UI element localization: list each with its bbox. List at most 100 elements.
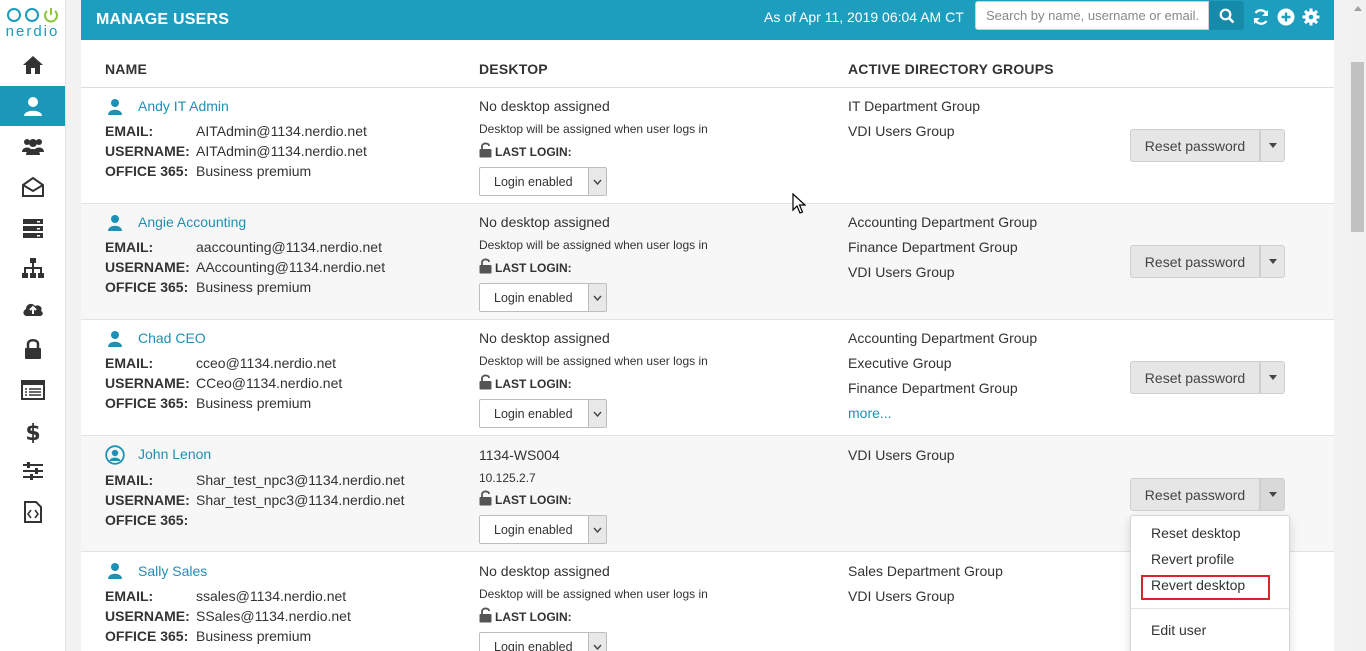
username-label: USERNAME: (105, 492, 190, 508)
desktop-note: Desktop will be assigned when user logs … (479, 122, 708, 136)
scroll-thumb[interactable] (1351, 62, 1364, 232)
reset-password-button[interactable]: Reset password (1130, 361, 1260, 394)
username-label: USERNAME: (105, 608, 190, 624)
ad-group: VDI Users Group (848, 588, 955, 604)
last-login-label: LAST LOGIN: (495, 377, 572, 391)
actions-dropdown-button[interactable] (1260, 129, 1285, 162)
office-value: Business premium (196, 163, 312, 179)
ad-group: Finance Department Group (848, 239, 1018, 255)
user-icon (108, 563, 122, 579)
desktop-note: Desktop will be assigned when user logs … (479, 354, 708, 368)
desktop-ip: 10.125.2.7 (479, 471, 536, 485)
mouse-cursor-icon (792, 193, 806, 214)
login-status-select[interactable]: Login enabled (479, 283, 607, 312)
reset-password-button[interactable]: Reset password (1130, 478, 1260, 511)
username-value: AITAdmin@1134.nerdio.net (196, 143, 367, 159)
sidebar-item-scripts[interactable] (0, 492, 65, 533)
reset-password-button[interactable]: Reset password (1130, 129, 1260, 162)
vertical-scrollbar[interactable] (1349, 0, 1366, 651)
ad-group: Sales Department Group (848, 563, 1003, 579)
ad-group: VDI Users Group (848, 447, 955, 463)
nerdio-logo[interactable]: nerdio (0, 0, 65, 44)
sidebar-item-billing[interactable]: $ (0, 410, 65, 451)
column-header-desktop[interactable]: DESKTOP (479, 61, 548, 77)
login-status-value: Login enabled (494, 523, 573, 537)
menu-item-revert-profile[interactable]: Revert profile (1151, 551, 1234, 567)
sidebar-item-email[interactable] (0, 167, 65, 208)
username-label: USERNAME: (105, 143, 190, 159)
gear-icon (1302, 8, 1320, 26)
office-label: OFFICE 365: (105, 279, 189, 295)
highlight-box (1141, 575, 1270, 600)
more-groups-link[interactable]: more... (848, 405, 892, 421)
chevron-down-icon (588, 284, 606, 311)
login-status-select[interactable]: Login enabled (479, 167, 607, 196)
sidebar-item-security[interactable] (0, 329, 65, 370)
sitemap-icon (21, 258, 44, 279)
login-status-select[interactable]: Login enabled (479, 515, 607, 544)
login-status-select[interactable]: Login enabled (479, 399, 607, 428)
sidebar-item-servers[interactable] (0, 207, 65, 248)
username-value: CCeo@1134.nerdio.net (196, 375, 343, 391)
sidebar-item-list[interactable] (0, 370, 65, 411)
email-value: aaccounting@1134.nerdio.net (196, 239, 382, 255)
actions-dropdown-button[interactable] (1260, 361, 1285, 394)
desktop-status: No desktop assigned (479, 330, 610, 346)
server-icon (22, 218, 43, 238)
refresh-button[interactable] (1251, 7, 1271, 27)
desktop-note: Desktop will be assigned when user logs … (479, 238, 708, 252)
login-status-select[interactable]: Login enabled (479, 632, 607, 651)
email-label: EMAIL: (105, 588, 154, 604)
last-login-label: LAST LOGIN: (495, 261, 572, 275)
sidebar-item-home[interactable] (0, 45, 65, 86)
user-name-link[interactable]: Sally Sales (138, 563, 207, 579)
username-value: SSales@1134.nerdio.net (196, 608, 351, 624)
sidebar-item-users[interactable] (0, 85, 65, 127)
login-status-value: Login enabled (494, 175, 573, 189)
email-value: ssales@1134.nerdio.net (196, 588, 347, 604)
email-value: AITAdmin@1134.nerdio.net (196, 123, 367, 139)
home-icon (22, 56, 43, 75)
login-status-value: Login enabled (494, 407, 573, 421)
reset-password-button[interactable]: Reset password (1130, 245, 1260, 278)
user-name-link[interactable]: John Lenon (138, 446, 211, 462)
menu-item-edit-user[interactable]: Edit user (1151, 622, 1206, 638)
sidebar-item-network[interactable] (0, 248, 65, 289)
user-icon (108, 215, 122, 231)
sidebar: nerdio $ (0, 0, 66, 651)
caret-down-icon (1268, 375, 1277, 380)
user-icon (108, 99, 122, 115)
desktop-status: No desktop assigned (479, 214, 610, 230)
chevron-down-icon (588, 168, 606, 195)
envelope-open-icon (21, 176, 44, 198)
column-header-name[interactable]: NAME (105, 61, 147, 77)
lock-open-icon (479, 142, 492, 158)
scroll-up-arrow-icon[interactable] (1349, 0, 1366, 17)
desktop-note: Desktop will be assigned when user logs … (479, 587, 708, 601)
search-input[interactable] (975, 1, 1209, 30)
sidebar-item-settings[interactable] (0, 451, 65, 492)
user-name-link[interactable]: Chad CEO (138, 330, 206, 346)
last-login-label: LAST LOGIN: (495, 610, 572, 624)
office-label: OFFICE 365: (105, 512, 189, 528)
email-value: cceo@1134.nerdio.net (196, 355, 337, 371)
column-header-ad-groups[interactable]: ACTIVE DIRECTORY GROUPS (848, 61, 1054, 77)
dollar-icon: $ (25, 421, 40, 443)
add-icon (1277, 8, 1295, 26)
menu-item-reset-desktop[interactable]: Reset desktop (1151, 525, 1241, 541)
actions-dropdown-button[interactable] (1260, 478, 1285, 511)
user-name-link[interactable]: Andy IT Admin (138, 98, 229, 114)
user-name-link[interactable]: Angie Accounting (138, 214, 246, 230)
ad-group: IT Department Group (848, 98, 981, 114)
username-value: AAccounting@1134.nerdio.net (196, 259, 386, 275)
search-button[interactable] (1209, 1, 1244, 30)
office-value: Business premium (196, 279, 312, 295)
sidebar-item-groups[interactable] (0, 126, 65, 167)
actions-dropdown-button[interactable] (1260, 245, 1285, 278)
table-row: Andy IT Admin EMAIL: AITAdmin@1134.nerdi… (81, 88, 1334, 204)
settings-button[interactable] (1301, 7, 1321, 27)
sidebar-item-cloud[interactable] (0, 289, 65, 330)
chevron-down-icon (588, 516, 606, 543)
chevron-down-icon (588, 400, 606, 427)
add-button[interactable] (1276, 7, 1296, 27)
